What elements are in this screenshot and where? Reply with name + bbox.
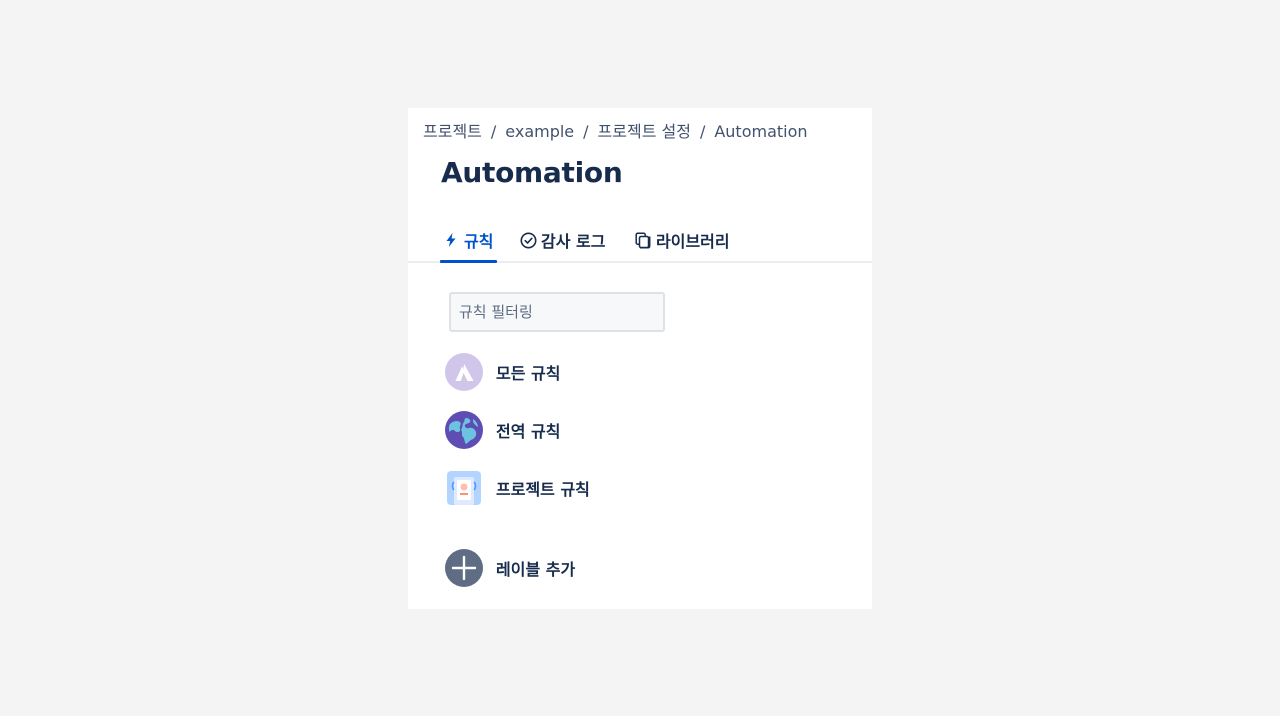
- plus-icon: [444, 548, 484, 588]
- automation-panel: 프로젝트 / example / 프로젝트 설정 / Automation Automati…: [408, 108, 872, 609]
- breadcrumb-separator: /: [583, 122, 589, 141]
- globe-icon: [444, 410, 484, 450]
- copy-icon: [634, 231, 652, 249]
- add-label-text: 레이블 추가: [496, 560, 576, 579]
- lightning-icon: [442, 231, 460, 249]
- tab-label: 규칙: [464, 232, 494, 251]
- list-item-global-rules[interactable]: 전역 규칙: [444, 410, 560, 450]
- breadcrumb-automation[interactable]: Automation: [714, 122, 807, 141]
- tab-rules[interactable]: 규칙: [439, 228, 498, 263]
- list-item-label: 전역 규칙: [496, 422, 561, 441]
- rule-filter-input[interactable]: [449, 292, 665, 332]
- list-item-project-rules[interactable]: 프로젝트 규칙: [444, 468, 590, 508]
- tab-label: 감사 로그: [541, 232, 606, 251]
- list-item-all-rules[interactable]: 모든 규칙: [444, 352, 560, 392]
- check-circle-icon: [519, 231, 537, 249]
- add-label-button[interactable]: 레이블 추가: [444, 548, 575, 588]
- breadcrumb-project-settings[interactable]: 프로젝트 설정: [598, 122, 691, 141]
- tab-audit-log[interactable]: 감사 로그: [519, 228, 605, 261]
- atlassian-logo-icon: [444, 352, 484, 392]
- tab-bar: 규칙 감사 로그 라이브러리: [408, 226, 872, 263]
- list-item-label: 프로젝트 규칙: [496, 480, 590, 499]
- breadcrumb-project-example[interactable]: example: [505, 122, 574, 141]
- page-title: Automation: [441, 156, 623, 189]
- breadcrumb-separator: /: [490, 122, 497, 141]
- project-avatar-icon: [444, 468, 484, 508]
- tab-label: 라이브러리: [656, 232, 730, 251]
- breadcrumb-separator: /: [699, 122, 706, 141]
- breadcrumb: 프로젝트 / example / 프로젝트 설정 / Automation: [423, 118, 808, 142]
- breadcrumb-projects[interactable]: 프로젝트: [423, 122, 482, 141]
- list-item-label: 모든 규칙: [496, 364, 561, 383]
- tab-library[interactable]: 라이브러리: [634, 228, 730, 261]
